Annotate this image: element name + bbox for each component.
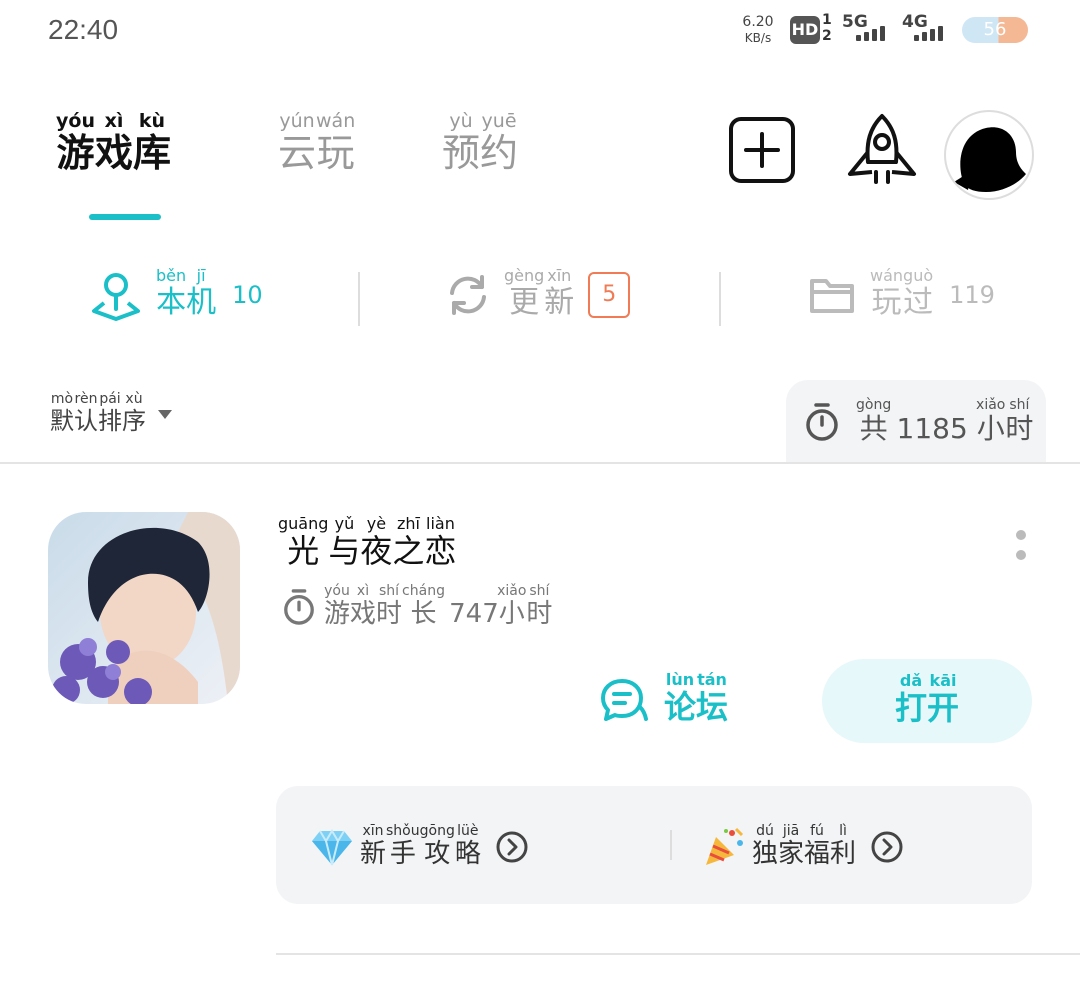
avatar-silhouette — [954, 127, 1026, 192]
open-game-button[interactable]: 打dǎ开kāi — [822, 659, 1032, 743]
forum-chat-icon — [601, 679, 648, 721]
tab-game-library[interactable]: 游yóu戏xì库kù — [56, 110, 171, 177]
battery-icon: 56 — [962, 17, 1028, 43]
filter-played-label: 玩wán过guò — [870, 266, 934, 320]
more-icon — [1014, 530, 1028, 560]
filter-local-count: 10 — [232, 280, 263, 309]
rocket-icon — [848, 114, 916, 184]
location-icon — [92, 272, 140, 321]
filter-played-count: 119 — [949, 280, 995, 309]
filter-local[interactable]: 本běn机jī 10 — [90, 266, 263, 321]
total-playtime-value: 1185 — [896, 411, 968, 445]
total-playtime-panel: 共gòng 1185 小xiǎo时shí — [786, 380, 1046, 464]
playtime-text: 游yóu戏xì时shí长cháng 747小xiǎo时shí — [324, 583, 553, 629]
game-icon[interactable] — [48, 512, 240, 704]
filter-played[interactable]: 玩wán过guò 119 — [808, 266, 995, 321]
filter-divider — [358, 272, 360, 326]
open-label: 打dǎ开kāi — [894, 671, 960, 727]
game-title[interactable]: 光guāng与yǔ夜yè之zhī恋liàn — [278, 514, 456, 572]
folder-icon — [810, 278, 854, 313]
sort-dropdown[interactable]: 默mò认rèn排pái序xù — [50, 391, 174, 436]
game-playtime: 游yóu戏xì时shí长cháng 747小xiǎo时shí — [282, 583, 553, 630]
exclusive-welfare-label: 独dú家jiā福fú利lì — [752, 823, 857, 869]
list-divider — [276, 953, 1080, 955]
sort-label: 默mò认rèn排pái序xù — [50, 391, 146, 435]
hd-icon: HD — [790, 16, 820, 44]
filter-update[interactable]: 更gèng新xīn 5 — [446, 266, 631, 321]
total-playtime-text: 共gòng 1185 小xiǎo时shí — [856, 396, 1034, 445]
stopwatch-icon — [806, 403, 838, 441]
arrow-right-circle-icon — [871, 831, 903, 863]
stopwatch-icon — [284, 589, 314, 625]
add-icon — [729, 117, 795, 183]
net-speed: 6.20 KB/s — [738, 14, 778, 46]
forum-label: 论lùn坛tán — [664, 670, 729, 726]
signal-5g-icon — [856, 26, 885, 41]
tab-active-indicator — [89, 214, 161, 220]
arrow-right-circle-icon — [496, 831, 528, 863]
beginner-guide-label: 新xīn手shǒu攻gōng略lüè — [360, 823, 481, 869]
filter-divider — [719, 272, 721, 326]
more-options-button[interactable] — [1014, 530, 1028, 570]
speedup-button[interactable] — [844, 112, 920, 188]
forum-button[interactable]: 论lùn坛tán — [600, 670, 729, 728]
diamond-icon — [312, 829, 352, 866]
signal-4g-icon — [914, 26, 943, 41]
tab-reservation[interactable]: 预yù约yuē — [442, 110, 518, 177]
update-count-badge: 5 — [588, 271, 631, 318]
sort-caret-icon — [158, 410, 172, 419]
game-cover-art — [48, 512, 240, 704]
add-button[interactable] — [728, 116, 796, 184]
tab-cloud-play[interactable]: 云yún玩wán — [278, 110, 355, 177]
hd-sim-index: 12 — [822, 12, 832, 44]
filter-local-label: 本běn机jī — [156, 266, 217, 320]
status-time: 22:40 — [48, 14, 119, 45]
refresh-icon — [450, 274, 486, 315]
exclusive-welfare-link[interactable]: 独dú家jiā福fú利lì — [702, 823, 904, 870]
party-popper-icon — [706, 827, 744, 865]
filter-update-label: 更gèng新xīn — [504, 266, 575, 320]
avatar[interactable] — [944, 110, 1034, 200]
net-speed-value: 6.20 — [742, 14, 774, 30]
section-divider — [0, 462, 1080, 464]
extras-divider — [670, 830, 672, 860]
net-speed-unit: KB/s — [744, 31, 772, 45]
playtime-value: 747 — [449, 599, 499, 629]
beginner-guide-link[interactable]: 新xīn手shǒu攻gōng略lüè — [310, 823, 529, 870]
